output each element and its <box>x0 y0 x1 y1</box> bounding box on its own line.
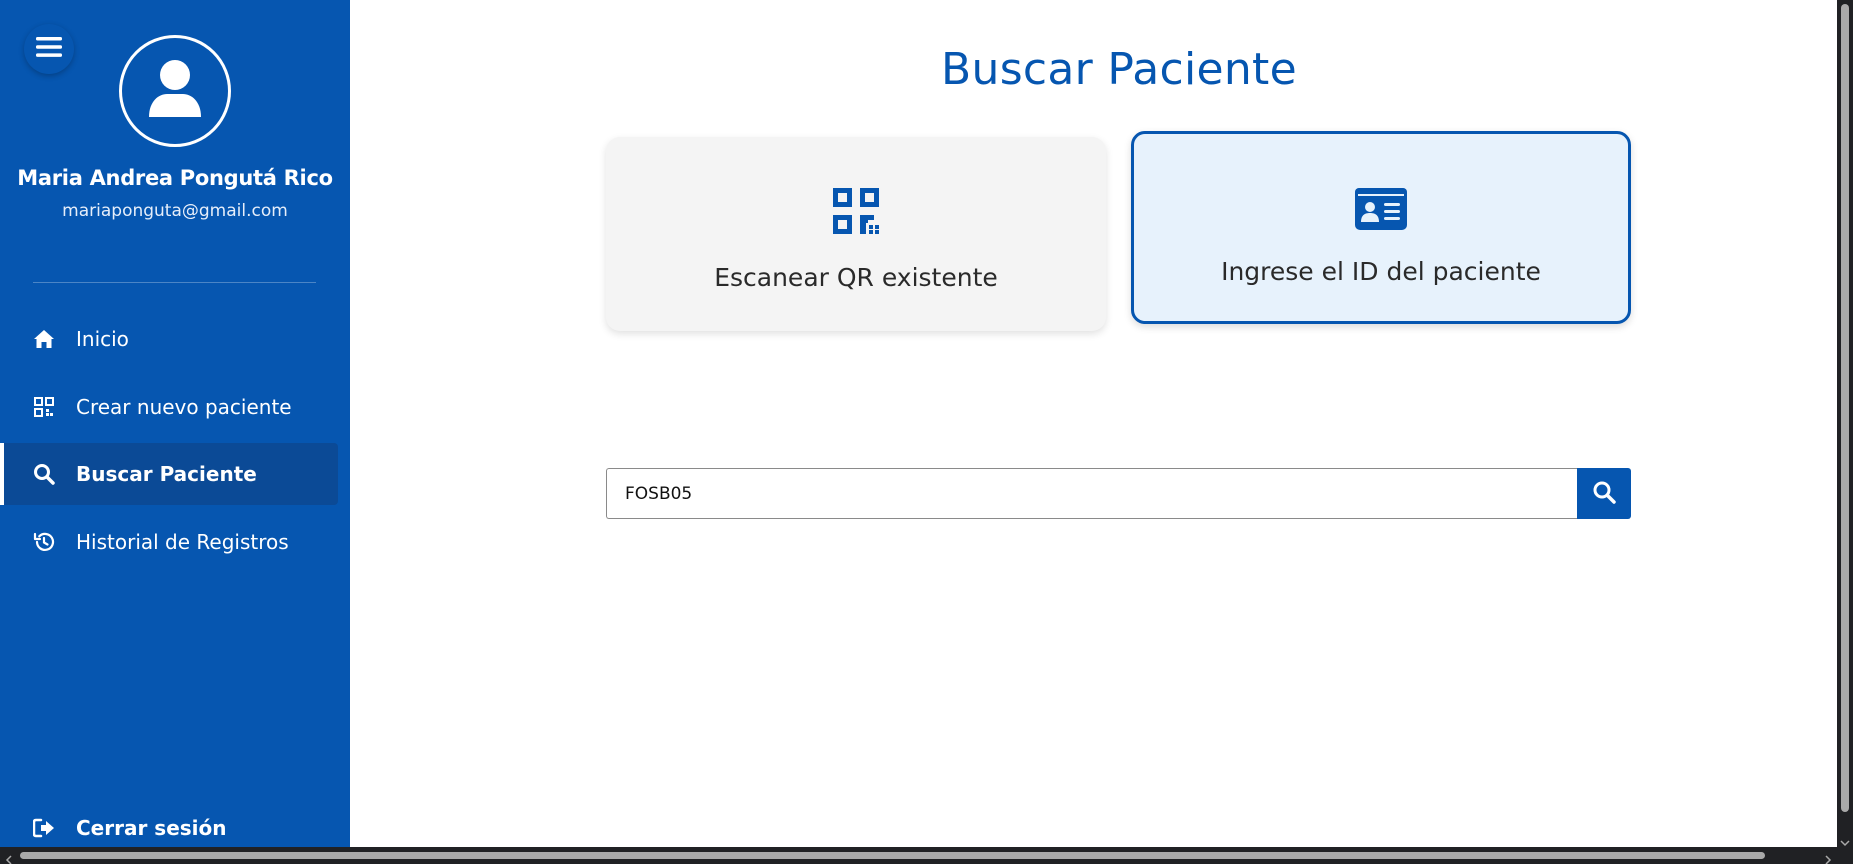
patient-search-bar <box>606 468 1631 519</box>
enter-id-option-card[interactable]: Ingrese el ID del paciente <box>1131 131 1631 324</box>
app: Maria Andrea Pongutá Rico mariaponguta@g… <box>0 0 1853 864</box>
horizontal-scrollbar-thumb[interactable] <box>20 852 1765 859</box>
enter-id-option-label: Ingrese el ID del paciente <box>1221 257 1541 286</box>
qr-code-icon <box>32 395 56 419</box>
sign-out-icon <box>32 816 56 840</box>
sidebar-item-crear-nuevo-paciente[interactable]: Crear nuevo paciente <box>0 376 338 438</box>
sidebar-divider <box>33 282 316 283</box>
qr-code-icon <box>832 187 880 235</box>
chevron-right-icon[interactable] <box>1823 850 1833 864</box>
sidebar-item-label: Inicio <box>76 327 129 351</box>
patient-id-input[interactable] <box>606 468 1577 519</box>
sidebar-item-label: Crear nuevo paciente <box>76 395 292 419</box>
home-icon <box>32 327 56 351</box>
chevron-left-icon[interactable] <box>4 850 14 864</box>
search-icon <box>1592 480 1616 508</box>
id-card-icon <box>1355 187 1407 231</box>
logout-button[interactable]: Cerrar sesión <box>0 812 338 844</box>
user-name: Maria Andrea Pongutá Rico <box>17 166 333 190</box>
search-button[interactable] <box>1577 468 1631 519</box>
user-icon <box>147 59 203 123</box>
sidebar-item-inicio[interactable]: Inicio <box>0 308 338 370</box>
vertical-scrollbar-thumb[interactable] <box>1841 4 1849 812</box>
scan-qr-option-card[interactable]: Escanear QR existente <box>606 137 1106 331</box>
user-email: mariaponguta@gmail.com <box>62 201 288 221</box>
logout-label: Cerrar sesión <box>76 816 227 840</box>
menu-toggle-button[interactable] <box>24 24 74 74</box>
sidebar: Maria Andrea Pongutá Rico mariaponguta@g… <box>0 0 350 847</box>
page-title: Buscar Paciente <box>941 44 1297 95</box>
sidebar-item-historial-de-registros[interactable]: Historial de Registros <box>0 511 338 573</box>
vertical-scrollbar[interactable] <box>1837 0 1853 847</box>
scrollbar-corner <box>1837 847 1853 864</box>
avatar <box>119 35 231 147</box>
hamburger-menu-icon <box>36 36 62 62</box>
sidebar-item-label: Buscar Paciente <box>76 462 257 486</box>
sidebar-item-label: Historial de Registros <box>76 530 289 554</box>
chevron-down-icon[interactable] <box>1840 833 1850 847</box>
horizontal-scrollbar[interactable] <box>0 847 1853 864</box>
scan-qr-option-label: Escanear QR existente <box>714 263 998 292</box>
sidebar-item-buscar-paciente[interactable]: Buscar Paciente <box>0 443 338 505</box>
search-icon <box>32 462 56 486</box>
history-icon <box>32 530 56 554</box>
